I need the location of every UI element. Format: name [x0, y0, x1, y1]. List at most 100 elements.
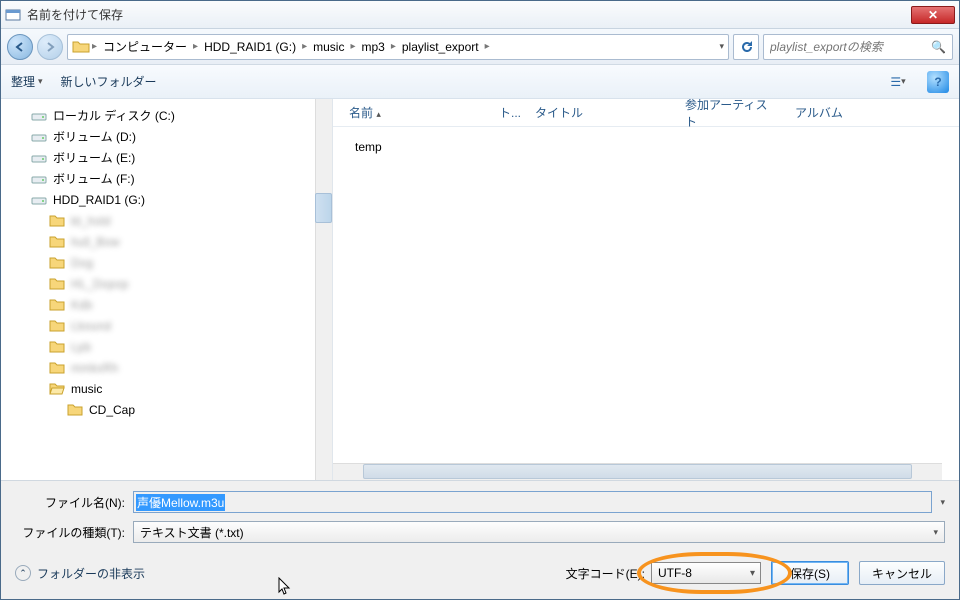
filetype-value: テキスト文書 (*.txt): [140, 524, 244, 541]
help-icon[interactable]: ?: [927, 71, 949, 93]
breadcrumb[interactable]: ▸ コンピューター▸ HDD_RAID1 (G:)▸ music▸ mp3▸ p…: [67, 34, 729, 60]
organize-menu[interactable]: 整理 ▾: [11, 73, 43, 90]
toolbar: 整理 ▾ 新しいフォルダー ☰ ▾ ?: [1, 65, 959, 99]
filename-input[interactable]: 声優Mellow.m3u: [133, 491, 932, 513]
breadcrumb-item[interactable]: playlist_export: [398, 40, 483, 54]
chevron-right-icon: ▸: [391, 41, 396, 52]
scrollbar-thumb[interactable]: [315, 193, 332, 223]
search-icon[interactable]: 🔍: [931, 40, 946, 54]
view-options-button[interactable]: ☰ ▾: [887, 71, 909, 93]
encoding-label: 文字コード(E):: [566, 565, 645, 582]
drive-icon: [31, 129, 47, 145]
drive-icon: [31, 108, 47, 124]
column-headers[interactable]: 名前 ▴ ト... タイトル 参加アーティスト アルバム: [333, 99, 959, 127]
list-item[interactable]: temp: [341, 135, 951, 159]
folder-icon: [49, 360, 65, 376]
folder-icon: [49, 297, 65, 313]
chevron-right-icon: ▸: [193, 41, 198, 52]
folder-icon: [72, 38, 90, 56]
file-list[interactable]: temp: [333, 127, 959, 463]
save-button[interactable]: 保存(S): [771, 561, 849, 585]
file-name: temp: [355, 140, 382, 154]
tree-node[interactable]: Lpb: [31, 336, 332, 357]
tree-node[interactable]: CD_Cap: [31, 399, 332, 420]
navbar: ▸ コンピューター▸ HDD_RAID1 (G:)▸ music▸ mp3▸ p…: [1, 29, 959, 65]
search-box[interactable]: 🔍: [763, 34, 953, 60]
breadcrumb-item[interactable]: HDD_RAID1 (G:): [200, 40, 300, 54]
tree-node-label: ボリューム (D:): [53, 128, 136, 145]
tree-node-label: ボリューム (E:): [53, 149, 135, 166]
window-title: 名前を付けて保存: [27, 6, 911, 23]
titlebar: 名前を付けて保存 ✕: [1, 1, 959, 29]
tree-node-label: HDD_RAID1 (G:): [53, 193, 145, 207]
filetype-select[interactable]: テキスト文書 (*.txt) ▾: [133, 521, 945, 543]
tree-node[interactable]: bt_hold: [31, 210, 332, 231]
tree-node-label: mmkxRh: [71, 361, 118, 375]
tree-node-label: Kdb: [71, 298, 92, 312]
tree-node[interactable]: ボリューム (D:): [31, 126, 332, 147]
dropdown-icon[interactable]: ▾: [940, 497, 945, 508]
col-name[interactable]: 名前 ▴: [341, 104, 491, 121]
hide-folders-toggle[interactable]: ⌃ フォルダーの非表示: [15, 565, 145, 582]
tree-node-label: Lpb: [71, 340, 91, 354]
tree-node[interactable]: Dog: [31, 252, 332, 273]
tree-node[interactable]: ボリューム (E:): [31, 147, 332, 168]
tree-node-label: ローカル ディスク (C:): [53, 107, 175, 124]
tree-node[interactable]: hull_Bow: [31, 231, 332, 252]
close-button[interactable]: ✕: [911, 6, 955, 24]
tree-node-label: ボリューム (F:): [53, 170, 135, 187]
tree-node[interactable]: music: [31, 378, 332, 399]
breadcrumb-item[interactable]: music: [309, 40, 348, 54]
col-artist[interactable]: 参加アーティスト: [677, 99, 787, 130]
drive-icon: [31, 192, 47, 208]
cancel-button[interactable]: キャンセル: [859, 561, 945, 585]
encoding-select[interactable]: UTF-8: [651, 562, 761, 584]
dropdown-icon[interactable]: ▾: [719, 41, 724, 52]
tree-node[interactable]: Lbound: [31, 315, 332, 336]
folder-icon: [49, 255, 65, 271]
tree-node-label: music: [71, 382, 102, 396]
scrollbar-vertical[interactable]: [315, 99, 332, 480]
encoding-value: UTF-8: [658, 566, 692, 580]
folder-icon: [67, 402, 83, 418]
folder-open-icon: [49, 381, 65, 397]
folder-tree[interactable]: ローカル ディスク (C:) ボリューム (D:) ボリューム (E:) ボリューム …: [1, 99, 333, 480]
col-album[interactable]: アルバム: [787, 104, 857, 121]
folder-icon: [49, 339, 65, 355]
drive-icon: [31, 150, 47, 166]
tree-node[interactable]: HL_Dopop: [31, 273, 332, 294]
cursor-icon: [278, 577, 292, 597]
chevron-right-icon: ▸: [350, 41, 355, 52]
tree-node[interactable]: HDD_RAID1 (G:): [31, 189, 332, 210]
scrollbar-horizontal[interactable]: [333, 463, 942, 480]
refresh-button[interactable]: [733, 34, 759, 60]
col-title[interactable]: タイトル: [527, 104, 677, 121]
breadcrumb-item[interactable]: mp3: [358, 40, 389, 54]
tree-node-label: HL_Dopop: [71, 277, 128, 291]
tree-node-label: bt_hold: [71, 214, 110, 228]
chevron-right-icon: ▸: [485, 41, 490, 52]
file-list-pane: 名前 ▴ ト... タイトル 参加アーティスト アルバム temp: [333, 99, 959, 480]
search-input[interactable]: [770, 40, 931, 54]
scrollbar-thumb[interactable]: [363, 464, 912, 479]
folder-icon: [49, 234, 65, 250]
chevron-right-icon: ▸: [92, 41, 97, 52]
tree-node[interactable]: Kdb: [31, 294, 332, 315]
filetype-label: ファイルの種類(T):: [15, 524, 125, 541]
filename-label: ファイル名(N):: [15, 494, 125, 511]
tree-node-label: CD_Cap: [89, 403, 135, 417]
forward-button[interactable]: [37, 34, 63, 60]
tree-node[interactable]: mmkxRh: [31, 357, 332, 378]
back-button[interactable]: [7, 34, 33, 60]
tree-node[interactable]: ボリューム (F:): [31, 168, 332, 189]
tree-node-label: Lbound: [71, 319, 111, 333]
filename-value: 声優Mellow.m3u: [136, 494, 225, 511]
chevron-right-icon: ▸: [302, 41, 307, 52]
dialog-footer: ⌃ フォルダーの非表示 文字コード(E): UTF-8 保存(S) キャンセル: [1, 553, 959, 599]
dropdown-icon: ▾: [933, 527, 938, 538]
col-track[interactable]: ト...: [491, 104, 527, 121]
folder-icon: [49, 213, 65, 229]
breadcrumb-item[interactable]: コンピューター: [99, 38, 191, 55]
tree-node[interactable]: ローカル ディスク (C:): [31, 105, 332, 126]
new-folder-button[interactable]: 新しいフォルダー: [61, 73, 157, 90]
